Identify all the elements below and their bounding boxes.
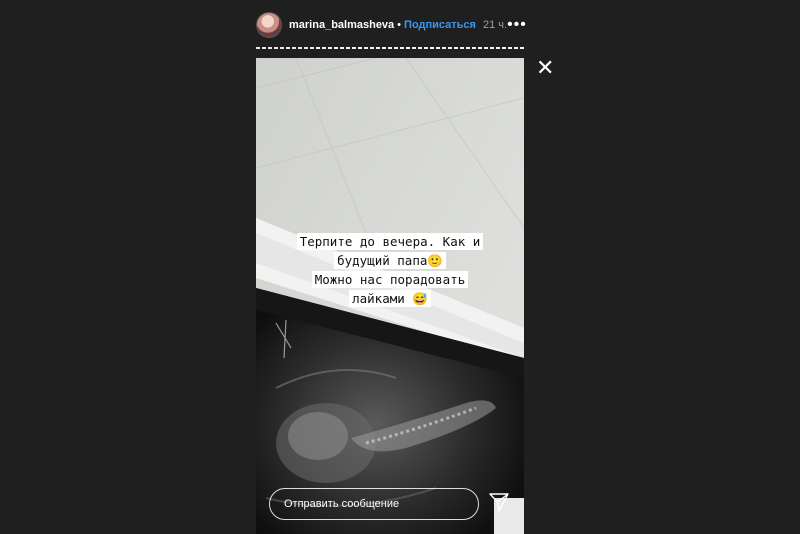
separator-dot: •	[397, 19, 402, 31]
send-direct-icon[interactable]	[488, 491, 510, 513]
caption-line: будущий папа🙂	[334, 252, 446, 269]
more-options-icon[interactable]: •••	[507, 17, 527, 33]
follow-button[interactable]: Подписаться	[404, 19, 476, 31]
caption-line: Терпите до вечера. Как и	[296, 233, 484, 250]
story-progress-remaining	[316, 47, 524, 49]
reply-input[interactable]: Отправить сообщение	[269, 488, 479, 520]
username-link[interactable]: marina_balmasheva	[289, 19, 394, 31]
caption-line: лайками 😅	[349, 290, 431, 307]
story-caption: Терпите до вечера. Как и будущий папа🙂 М…	[256, 232, 524, 308]
caption-line: Можно нас порадовать	[311, 271, 469, 288]
story-media[interactable]: Терпите до вечера. Как и будущий папа🙂 М…	[256, 58, 524, 534]
close-icon[interactable]: ✕	[536, 57, 554, 79]
story-header: marina_balmasheva • Подписаться 21 ч. ••…	[256, 10, 527, 40]
story-progress-bar	[256, 47, 524, 49]
reply-placeholder: Отправить сообщение	[284, 498, 400, 510]
avatar[interactable]	[256, 12, 282, 38]
post-time: 21 ч.	[482, 19, 508, 31]
